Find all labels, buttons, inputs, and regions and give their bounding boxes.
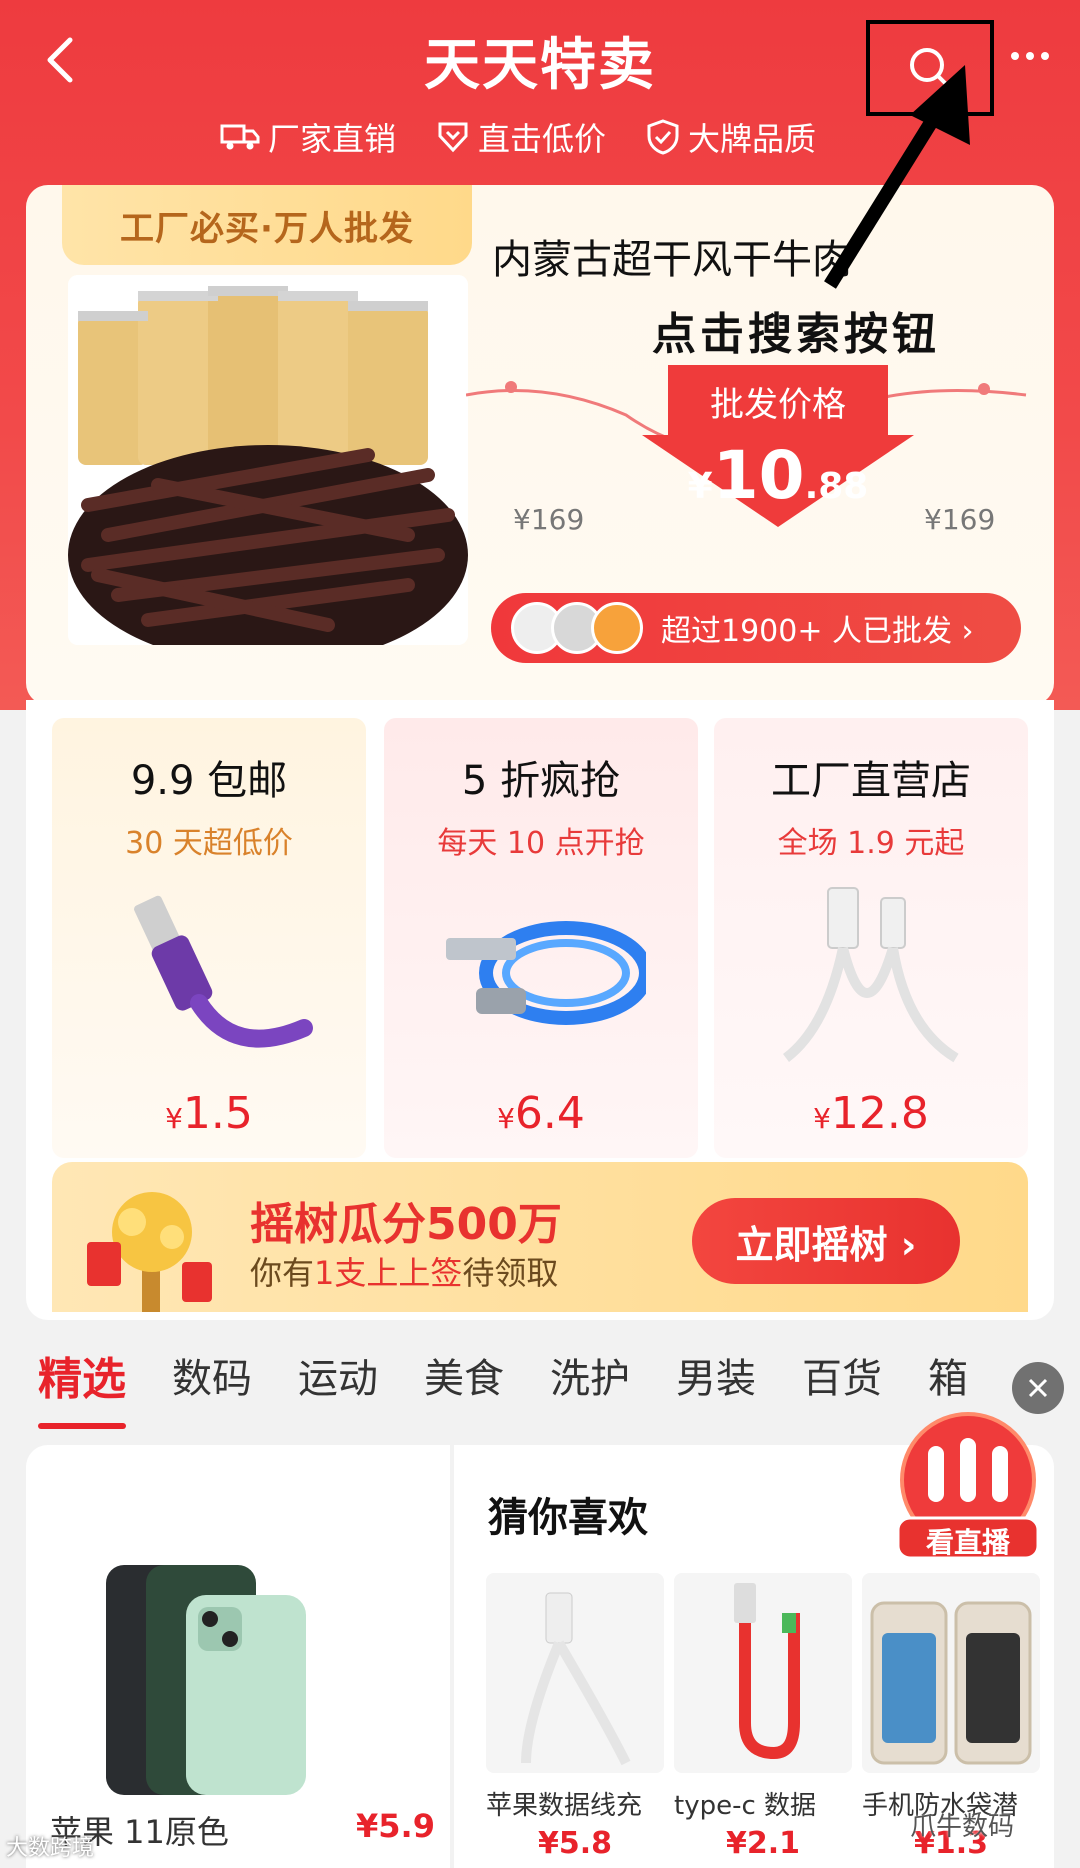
- deal-title: 工厂直营店: [771, 758, 971, 804]
- promise-brand-quality: 大牌品质: [646, 114, 816, 160]
- truck-icon: [220, 124, 260, 150]
- iphone-image: [106, 1565, 306, 1795]
- shake-title: 摇树瓜分500万: [250, 1199, 562, 1250]
- close-button[interactable]: [1012, 1362, 1064, 1414]
- original-price-left: ¥169: [513, 503, 585, 536]
- tab-luggage[interactable]: 箱: [928, 1346, 968, 1404]
- product-image: [674, 1573, 852, 1773]
- service-promises: 厂家直销 直击低价 大牌品质: [220, 112, 816, 162]
- deal-card-factory-store[interactable]: 工厂直营店 全场 1.9 元起 ¥12.8: [714, 718, 1028, 1158]
- product-name: type-c 数据: [674, 1791, 817, 1821]
- product-price: ¥5.9: [356, 1807, 435, 1845]
- avatar: [591, 602, 643, 654]
- more-dots-icon: [1011, 52, 1019, 60]
- product-title: 内蒙古超干风干牛肉: [492, 237, 852, 283]
- deal-price: ¥1.5: [165, 1088, 253, 1139]
- annotation-arrow: [824, 65, 970, 289]
- buyer-avatars: [511, 602, 643, 654]
- deal-price: ¥6.4: [497, 1088, 585, 1139]
- deal-subtitle: 全场 1.9 元起: [777, 826, 965, 861]
- purple-cable-image: [134, 895, 313, 1048]
- live-stream-button[interactable]: 看直播: [888, 1408, 1048, 1568]
- tab-menswear[interactable]: 男装: [676, 1346, 756, 1404]
- live-label: 看直播: [925, 1526, 1010, 1559]
- money-tree-icon: [87, 1192, 212, 1312]
- deal-price: ¥12.8: [813, 1088, 929, 1139]
- watermark-left: 大数跨境: [6, 1836, 95, 1861]
- original-price-right: ¥169: [924, 503, 996, 536]
- category-tabs: 精选 数码 运动 美食 洗护 男装 百货 箱: [0, 1330, 1080, 1429]
- shield-check-icon: [647, 119, 679, 155]
- hero-tag: 工厂必买·万人批发: [62, 185, 472, 265]
- promise-label: 直击低价: [478, 120, 607, 158]
- product-card[interactable]: 苹果数据线充 ¥5.8: [486, 1573, 664, 1863]
- wholesale-count-pill[interactable]: 超过1900+ 人已批发 ›: [491, 593, 1021, 663]
- deal-title: 5 折疯抢: [461, 758, 621, 804]
- white-cable-image: [782, 887, 959, 1063]
- deal-subtitle: 30 天超低价: [125, 826, 293, 861]
- beef-jerky-image: [68, 275, 468, 645]
- product-name: 苹果数据线充: [486, 1791, 643, 1821]
- tab-featured[interactable]: 精选: [38, 1343, 126, 1429]
- shake-subtitle: 你有1支上上签待领取: [250, 1254, 559, 1292]
- wholesale-count-text: 超过1900+ 人已批发 ›: [661, 614, 974, 649]
- price-down-icon: [438, 122, 468, 153]
- section-title: 猜你喜欢: [488, 1495, 648, 1541]
- promise-label: 大牌品质: [688, 120, 817, 158]
- tab-general-goods[interactable]: 百货: [802, 1346, 882, 1404]
- deal-card-half-price[interactable]: 5 折疯抢 每天 10 点开抢 ¥6.4: [384, 718, 698, 1158]
- product-card[interactable]: type-c 数据 ¥2.1: [674, 1573, 852, 1863]
- led-cable-image: [446, 921, 646, 1025]
- tab-digital[interactable]: 数码: [172, 1346, 252, 1404]
- tab-food[interactable]: 美食: [424, 1346, 504, 1404]
- close-icon: [1028, 1378, 1048, 1398]
- product-image: [862, 1573, 1040, 1773]
- annotation-text: 点击搜索按钮: [652, 309, 940, 360]
- product-image: [486, 1573, 664, 1773]
- price-label: 批发价格: [710, 385, 846, 425]
- tab-personal-care[interactable]: 洗护: [550, 1346, 630, 1404]
- product-price: ¥5.8: [537, 1826, 613, 1861]
- more-button[interactable]: [1000, 36, 1060, 76]
- tab-sports[interactable]: 运动: [298, 1346, 378, 1404]
- shake-tree-banner[interactable]: 摇树瓜分500万 你有1支上上签待领取 立即摇树 ›: [52, 1162, 1028, 1312]
- wholesale-price: ¥10.88: [687, 437, 869, 514]
- shake-now-button[interactable]: 立即摇树 ›: [692, 1198, 960, 1284]
- promise-label: 厂家直销: [268, 120, 397, 158]
- watermark-right: 爪牛数码: [910, 1812, 1015, 1842]
- promise-factory-direct: 厂家直销: [220, 114, 396, 160]
- deal-card-free-shipping[interactable]: 9.9 包邮 30 天超低价 ¥1.5: [52, 718, 366, 1158]
- promise-low-price: 直击低价: [436, 114, 606, 160]
- product-price: ¥2.1: [725, 1826, 801, 1861]
- deal-subtitle: 每天 10 点开抢: [437, 826, 645, 861]
- featured-phone-card[interactable]: 苹果 11原色 ¥5.9: [26, 1445, 450, 1868]
- deal-title: 9.9 包邮: [130, 758, 288, 804]
